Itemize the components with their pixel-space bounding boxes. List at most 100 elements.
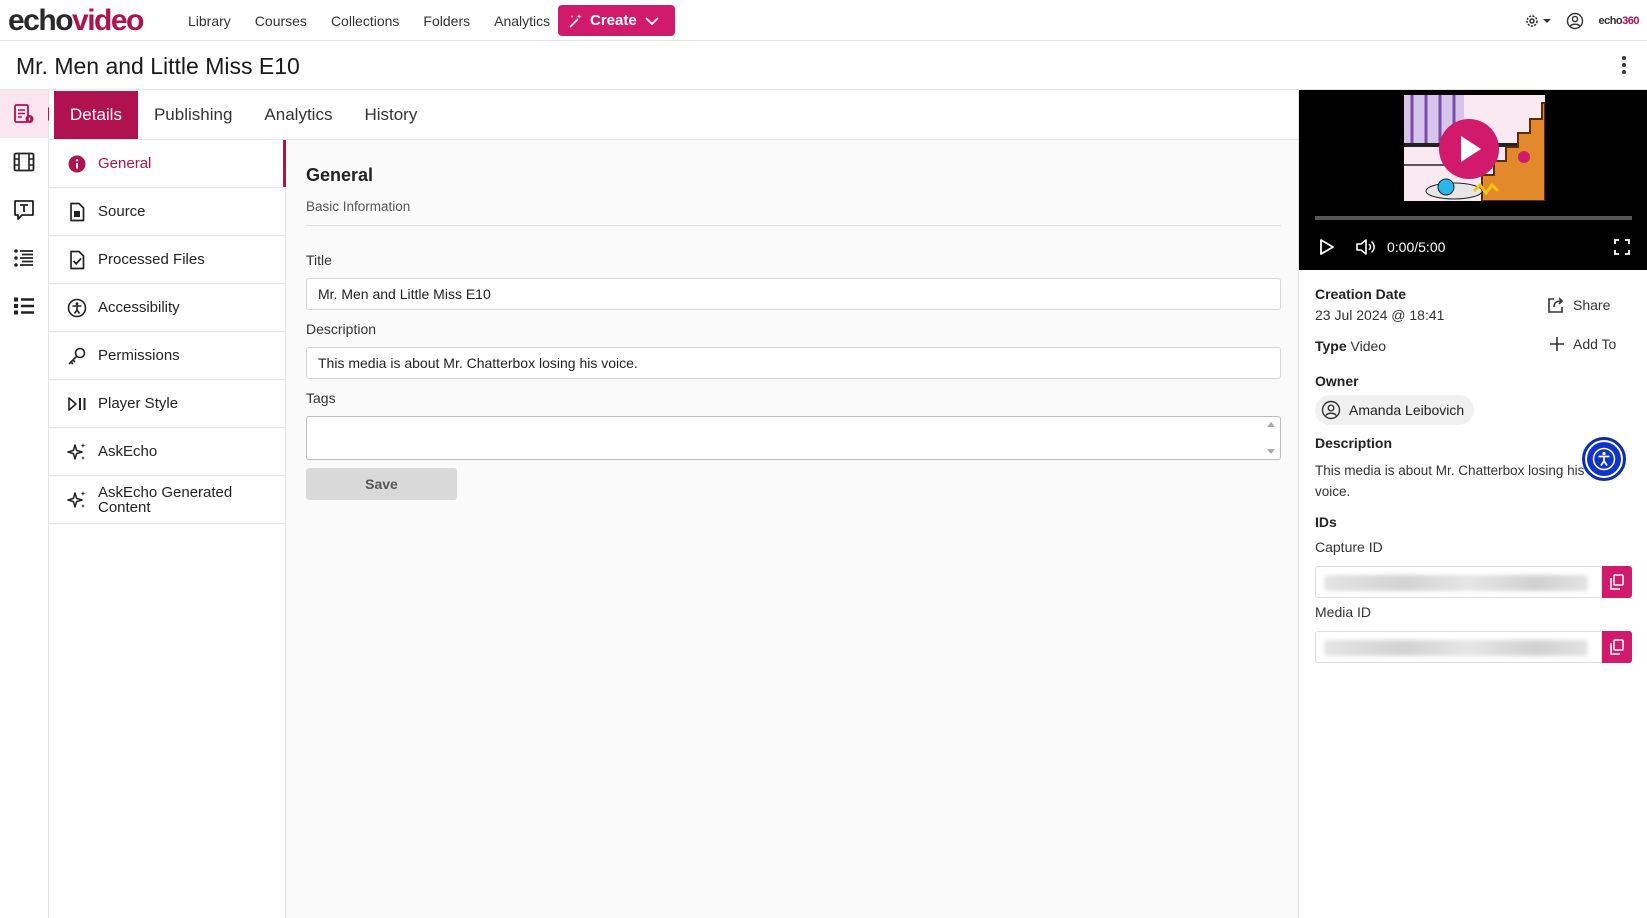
accessibility-widget-button[interactable] (1582, 437, 1626, 481)
type-row: Type Video (1315, 338, 1386, 354)
volume-icon[interactable] (1355, 238, 1375, 256)
save-button[interactable]: Save (306, 468, 457, 500)
user-icon (1321, 400, 1341, 420)
nav-library[interactable]: Library (188, 13, 231, 29)
section-item-permissions[interactable]: Permissions (49, 332, 285, 380)
add-to-label: Add To (1573, 336, 1617, 352)
scroll-up-icon[interactable] (1267, 422, 1275, 427)
share-button[interactable]: Share (1547, 296, 1610, 314)
create-label: Create (590, 12, 637, 29)
nav-courses[interactable]: Courses (255, 13, 307, 29)
player-controls: 0:00/5:00 (1299, 230, 1647, 264)
echovideo-logo[interactable]: echovideo (8, 2, 144, 40)
key-icon (68, 347, 86, 365)
checklist-icon (14, 297, 34, 315)
media-info-panel: 0:00/5:00 Creation Date 23 Jul 2024 @ 18… (1298, 90, 1647, 918)
nav-analytics[interactable]: Analytics (494, 13, 550, 29)
top-right-tools: echo360 (1510, 0, 1639, 41)
side-icon-rail (0, 90, 55, 918)
section-item-player-style[interactable]: Player Style (49, 380, 285, 428)
ids-heading: IDs (1315, 514, 1337, 530)
file-check-icon (70, 250, 85, 269)
title-input[interactable]: Mr. Men and Little Miss E10 (306, 278, 1281, 310)
tags-label: Tags (306, 390, 336, 406)
copy-media-id-button[interactable] (1602, 631, 1632, 663)
section-label: AskEcho (98, 443, 158, 460)
media-id-field[interactable] (1315, 631, 1602, 663)
user-account-icon[interactable] (1566, 12, 1584, 30)
capture-id-label: Capture ID (1315, 539, 1383, 555)
detail-tabs: Details Publishing Analytics History (49, 90, 1298, 140)
file-icon (70, 202, 85, 221)
details-icon (14, 104, 34, 123)
rail-media[interactable] (0, 138, 48, 186)
scroll-down-icon[interactable] (1267, 449, 1275, 454)
section-item-processed-files[interactable]: Processed Files (49, 236, 285, 284)
title-bar: Mr. Men and Little Miss E10 (0, 41, 1647, 90)
tab-analytics[interactable]: Analytics (248, 91, 348, 139)
type-label: Type (1315, 338, 1347, 354)
accessibility-icon (67, 298, 87, 317)
tab-publishing[interactable]: Publishing (138, 91, 248, 139)
owner-name: Amanda Leibovich (1349, 402, 1465, 418)
settings-dropdown[interactable] (1524, 13, 1552, 29)
divider (306, 225, 1281, 226)
nav-collections[interactable]: Collections (331, 13, 399, 29)
share-label: Share (1573, 297, 1611, 313)
section-label: Source (98, 203, 146, 220)
copy-icon (1610, 639, 1624, 655)
play-icon[interactable] (1319, 238, 1335, 256)
section-label: Processed Files (98, 251, 205, 268)
section-label: Accessibility (98, 299, 180, 316)
section-item-accessibility[interactable]: Accessibility (49, 284, 285, 332)
section-label: Permissions (98, 347, 180, 364)
video-thumbnail[interactable] (1404, 95, 1545, 201)
general-form: General Basic Information Title Mr. Men … (286, 140, 1298, 918)
rail-transcript[interactable] (0, 186, 48, 234)
description-label: Description (306, 321, 377, 337)
section-label: General (98, 155, 152, 172)
media-id-label: Media ID (1315, 604, 1372, 620)
tags-input[interactable] (306, 416, 1281, 460)
progress-bar[interactable] (1315, 216, 1632, 220)
playback-time: 0:00/5:00 (1387, 239, 1446, 255)
form-subheading: Basic Information (306, 199, 411, 214)
sparkle-icon (67, 442, 86, 460)
caret-down-icon (1543, 18, 1552, 23)
rail-chapters[interactable] (0, 234, 48, 282)
accessibility-person-icon (1592, 447, 1616, 471)
rail-quizzes[interactable] (0, 282, 48, 330)
section-item-askecho[interactable]: AskEcho (49, 428, 285, 476)
add-to-button[interactable]: Add To (1549, 336, 1616, 352)
tab-history[interactable]: History (348, 91, 433, 139)
creation-date-label: Creation Date (1315, 286, 1407, 302)
chevron-down-icon (645, 16, 659, 25)
copy-capture-id-button[interactable] (1602, 566, 1632, 598)
section-item-general[interactable]: General (49, 140, 286, 188)
creation-date-value: 23 Jul 2024 @ 18:41 (1315, 307, 1445, 323)
capture-id-field[interactable] (1315, 566, 1602, 598)
gear-icon (1526, 14, 1539, 27)
film-icon (13, 152, 35, 172)
create-button[interactable]: Create (558, 5, 675, 36)
play-pause-icon (68, 396, 86, 411)
title-label: Title (306, 252, 332, 268)
page-title: Mr. Men and Little Miss E10 (16, 53, 300, 79)
fullscreen-icon[interactable] (1614, 239, 1630, 255)
section-item-askecho-generated[interactable]: AskEcho Generated Content (49, 476, 285, 524)
rail-details[interactable] (0, 90, 55, 138)
section-label: AskEcho Generated Content (98, 483, 233, 516)
list-icon (14, 249, 33, 267)
nav-folders[interactable]: Folders (423, 13, 470, 29)
share-icon (1548, 297, 1564, 313)
echo360-logo: echo360 (1598, 14, 1639, 27)
video-player[interactable]: 0:00/5:00 (1299, 90, 1647, 270)
description-text: This media is about Mr. Chatterbox losin… (1315, 463, 1585, 499)
section-menu: General Source Processed Files Accessibi… (49, 140, 286, 918)
description-input[interactable]: This media is about Mr. Chatterbox losin… (306, 347, 1281, 379)
more-options-icon[interactable] (1621, 55, 1627, 75)
tab-details[interactable]: Details (54, 91, 138, 139)
owner-chip[interactable]: Amanda Leibovich (1315, 395, 1475, 425)
section-item-source[interactable]: Source (49, 188, 285, 236)
section-label: Player Style (98, 395, 179, 412)
